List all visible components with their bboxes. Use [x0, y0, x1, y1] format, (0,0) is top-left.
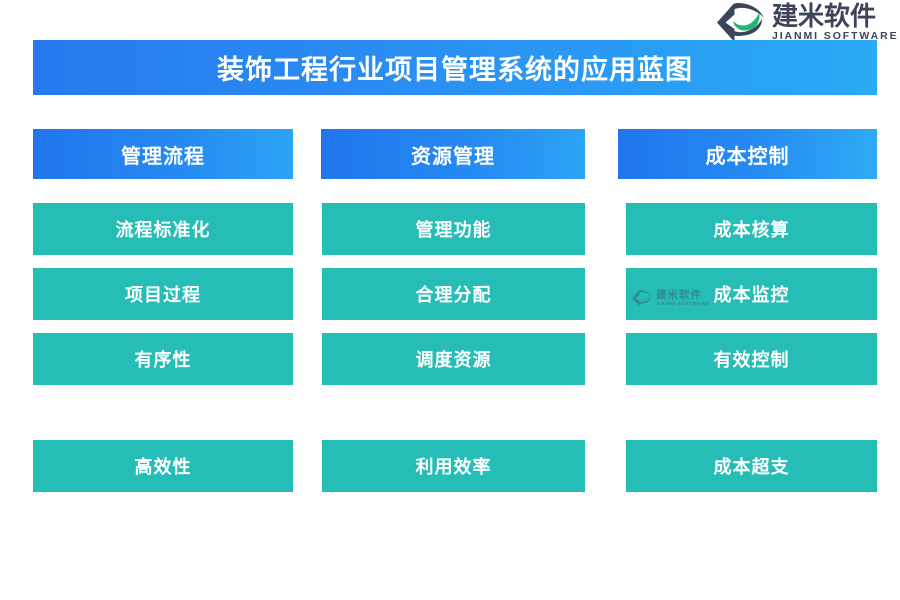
bottom-row: 高效性 利用效率 成本超支 — [33, 440, 877, 492]
bottom-cell-0[interactable]: 高效性 — [33, 440, 293, 492]
brand-logo: 建米软件 JIANMI SOFTWARE — [714, 2, 899, 42]
cell-1-0[interactable]: 管理功能 — [322, 203, 585, 255]
column-management-process: 管理流程 流程标准化 项目过程 有序性 — [33, 129, 293, 385]
brand-name-cn: 建米软件 — [772, 0, 877, 31]
watermark-name-cn: 建米软件 — [656, 288, 702, 301]
cell-2-1-label: 成本监控 — [713, 285, 790, 305]
cell-2-1[interactable]: 建米软件 JIANMI SOFTWARE 成本监控 — [626, 268, 877, 320]
bottom-cell-2[interactable]: 成本超支 — [626, 440, 877, 492]
jianmi-leaf-logo-icon — [631, 289, 653, 307]
jianmi-leaf-logo-icon — [714, 2, 768, 42]
cell-0-2[interactable]: 有序性 — [33, 333, 293, 385]
bottom-cell-1[interactable]: 利用效率 — [322, 440, 585, 492]
title-banner: 装饰工程行业项目管理系统的应用蓝图 — [33, 40, 877, 95]
watermark-text-block: 建米软件 JIANMI SOFTWARE — [656, 290, 709, 307]
column-header-0[interactable]: 管理流程 — [33, 129, 293, 179]
cell-2-0[interactable]: 成本核算 — [626, 203, 877, 255]
column-header-2[interactable]: 成本控制 — [618, 129, 877, 179]
cell-2-2[interactable]: 有效控制 — [626, 333, 877, 385]
brand-text-block: 建米软件 JIANMI SOFTWARE — [772, 3, 899, 42]
cell-0-0[interactable]: 流程标准化 — [33, 203, 293, 255]
cell-1-1[interactable]: 合理分配 — [322, 268, 585, 320]
watermark-name-en: JIANMI SOFTWARE — [656, 300, 710, 306]
jianmi-watermark: 建米软件 JIANMI SOFTWARE — [631, 285, 717, 311]
column-header-1[interactable]: 资源管理 — [321, 129, 585, 179]
cell-1-2[interactable]: 调度资源 — [322, 333, 585, 385]
column-resource-management: 资源管理 管理功能 合理分配 调度资源 — [321, 129, 585, 385]
cell-0-1[interactable]: 项目过程 — [33, 268, 293, 320]
page-title: 装饰工程行业项目管理系统的应用蓝图 — [217, 55, 693, 85]
column-cost-control: 成本控制 成本核算 建米软件 JIANMI SOFTWARE 成本监控 有效控制 — [618, 129, 877, 385]
